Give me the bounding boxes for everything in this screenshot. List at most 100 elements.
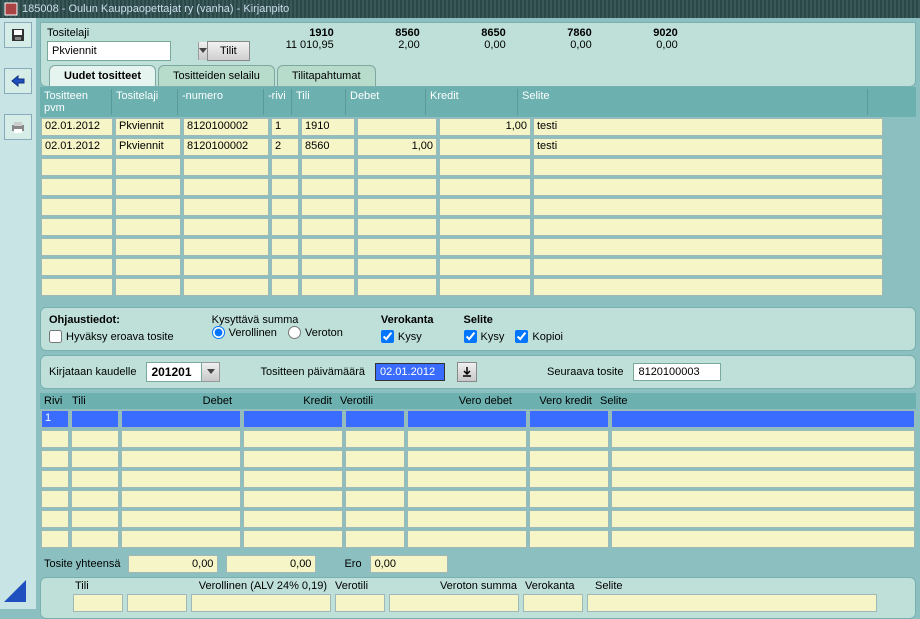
period-combobox[interactable] [146, 362, 220, 382]
left-toolbar [0, 18, 36, 609]
acc-num: 8560 [344, 27, 420, 39]
ero-label: Ero [344, 558, 361, 570]
entry-bar: Kirjataan kaudelle Tositteen päivämäärä … [40, 355, 916, 389]
table-row[interactable] [40, 469, 916, 489]
table-row[interactable] [40, 237, 916, 257]
kysyttava-summa-label: Kysyttävä summa [212, 314, 351, 326]
totals-row: Tosite yhteensä 0,00 0,00 Ero 0,00 [44, 555, 916, 573]
acc-val: 0,00 [430, 39, 506, 51]
period-input[interactable] [146, 362, 202, 382]
col-pvm: Tositteen pvm [40, 89, 112, 115]
seuraava-tosite-input[interactable] [633, 363, 721, 381]
tosite-pvm-label: Tositteen päivämäärä [260, 366, 365, 378]
table-row[interactable] [40, 157, 916, 177]
veroton-radio[interactable]: Veroton [288, 326, 343, 339]
col-debet: Debet [346, 89, 426, 115]
window-titlebar: 185008 - Oulun Kauppaopettajat ry (vanha… [0, 0, 920, 18]
tab-uudet-tositteet[interactable]: Uudet tositteet [49, 65, 156, 86]
col-tili: Tili [68, 394, 116, 408]
acc-num: 8650 [430, 27, 506, 39]
col-tili: Tili [71, 580, 121, 592]
chevron-down-icon[interactable] [198, 42, 207, 60]
acc-val: 2,00 [344, 39, 420, 51]
verokanta-label: Verokanta [381, 314, 434, 326]
col-kredit: Kredit [236, 394, 336, 408]
ohjaustiedot-panel: Ohjaustiedot: Hyväksy eroava tosite Kysy… [40, 307, 916, 351]
table-row[interactable] [40, 509, 916, 529]
printer-icon [10, 120, 26, 134]
main-panel: Tositelaji Tilit 191011 010,95 85602,00 … [36, 18, 920, 609]
ohjaustiedot-title: Ohjaustiedot: [49, 314, 182, 326]
table-row[interactable] [40, 257, 916, 277]
col-rivi: -rivi [264, 89, 292, 115]
entry-grid: Rivi Tili Debet Kredit Verotili Vero deb… [40, 393, 916, 549]
col-tili: Tili [292, 89, 346, 115]
verollinen-radio[interactable]: Verollinen [212, 326, 277, 339]
hyvaksy-checkbox[interactable]: Hyväksy eroava tosite [49, 330, 174, 343]
voucher-grid: Tositteen pvm Tositelaji -numero -rivi T… [40, 87, 916, 297]
table-row[interactable]: 02.01.2012 Pkviennit 8120100002 1 1910 1… [40, 117, 916, 137]
selite-kysy-checkbox[interactable]: Kysy [464, 330, 505, 343]
corner-logo [4, 580, 26, 605]
col-verollinen: Verollinen (ALV 24% 0,19) [121, 580, 331, 592]
table-row[interactable] [40, 449, 916, 469]
acc-val: 0,00 [602, 39, 678, 51]
total-kredit: 0,00 [226, 555, 316, 573]
save-button[interactable] [4, 22, 32, 48]
col-verotili: Verotili [331, 580, 381, 592]
col-kredit: Kredit [426, 89, 518, 115]
total-debet: 0,00 [128, 555, 218, 573]
print-button[interactable] [4, 114, 32, 140]
top-section: Tositelaji Tilit 191011 010,95 85602,00 … [40, 22, 916, 87]
table-row[interactable] [40, 529, 916, 549]
table-row[interactable] [40, 277, 916, 297]
col-veroton: Veroton summa [381, 580, 521, 592]
col-verokanta: Verokanta [521, 580, 591, 592]
back-button[interactable] [4, 68, 32, 94]
kirjataan-label: Kirjataan kaudelle [49, 366, 136, 378]
table-row[interactable] [40, 489, 916, 509]
col-debet: Debet [116, 394, 236, 408]
date-picker-button[interactable] [457, 362, 477, 382]
col-rivi: Rivi [40, 394, 68, 408]
acc-num: 7860 [516, 27, 592, 39]
accounts-summary: 191011 010,95 85602,00 86500,00 78600,00… [258, 27, 688, 51]
download-arrow-icon [462, 367, 472, 377]
col-verokredit: Vero kredit [516, 394, 596, 408]
verokanta-kysy-checkbox[interactable]: Kysy [381, 330, 422, 343]
window-title: 185008 - Oulun Kauppaopettajat ry (vanha… [22, 3, 289, 15]
bottom-panel: Tili Verollinen (ALV 24% 0,19) Verotili … [40, 577, 916, 619]
col-numero: -numero [178, 89, 264, 115]
chevron-down-icon[interactable] [202, 362, 220, 382]
acc-val: 0,00 [516, 39, 592, 51]
table-row[interactable] [40, 217, 916, 237]
tab-bar: Uudet tositteet Tositteiden selailu Tili… [49, 65, 915, 86]
app-icon [4, 2, 18, 16]
acc-num: 9020 [602, 27, 678, 39]
table-row[interactable]: 02.01.2012 Pkviennit 8120100002 2 8560 1… [40, 137, 916, 157]
tosite-yhteensa-label: Tosite yhteensä [44, 558, 120, 570]
table-row[interactable] [41, 594, 915, 618]
table-row[interactable] [40, 429, 916, 449]
col-laji: Tositelaji [112, 89, 178, 115]
tilit-button[interactable]: Tilit [207, 41, 250, 61]
table-row[interactable] [40, 197, 916, 217]
ero-value: 0,00 [370, 555, 448, 573]
selite-kopioi-checkbox[interactable]: Kopioi [515, 330, 563, 343]
tab-tositteiden-selailu[interactable]: Tositteiden selailu [158, 65, 275, 86]
selite-label: Selite [464, 314, 571, 326]
col-selite: Selite [591, 580, 831, 592]
tositelaji-input[interactable] [48, 45, 198, 57]
seuraava-label: Seuraava tosite [547, 366, 623, 378]
tosite-pvm-input[interactable] [375, 363, 445, 381]
save-icon [10, 27, 26, 43]
back-arrow-icon [10, 75, 26, 87]
col-verotili: Verotili [336, 394, 396, 408]
table-row[interactable]: 1 [40, 409, 916, 429]
tositelaji-label: Tositelaji [47, 27, 207, 39]
table-row[interactable] [40, 177, 916, 197]
tositelaji-combobox[interactable] [47, 41, 171, 61]
col-verodebet: Vero debet [396, 394, 516, 408]
tab-tilitapahtumat[interactable]: Tilitapahtumat [277, 65, 376, 86]
acc-val: 11 010,95 [258, 39, 334, 51]
